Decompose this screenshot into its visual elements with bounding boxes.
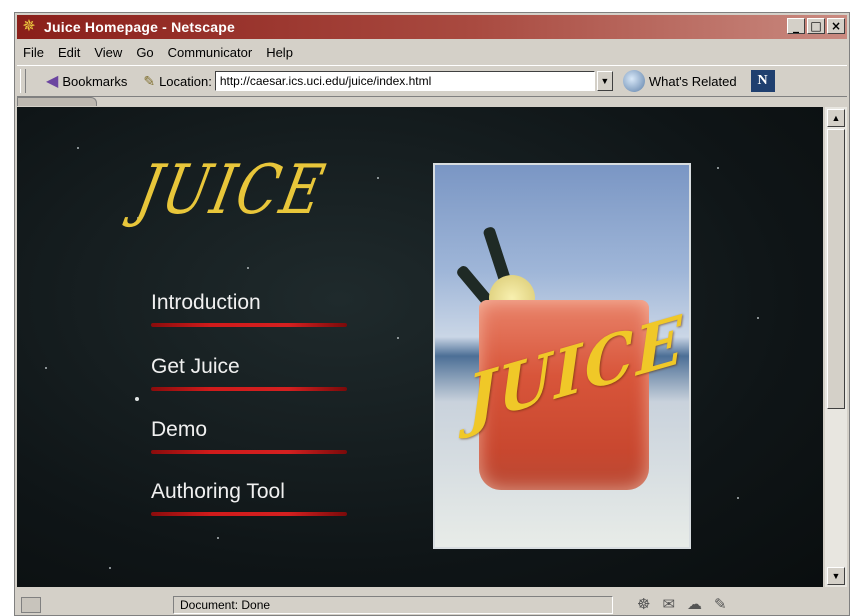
component-bar: ☸ ✉ ☁ ✎ — [637, 595, 727, 613]
scroll-down-button[interactable]: ▼ — [827, 567, 845, 585]
juice-logo: JUICE — [130, 151, 334, 230]
maximize-button[interactable]: □ — [807, 18, 825, 34]
star-dot — [377, 177, 379, 179]
title-bar: ✵ Juice Homepage - Netscape _ □ × — [17, 15, 847, 39]
whats-related-icon[interactable] — [622, 70, 645, 92]
nav-introduction-link[interactable]: Introduction — [151, 291, 261, 315]
star-dot — [247, 267, 249, 269]
menu-bar: File Edit View Go Communicator Help — [17, 41, 847, 63]
nav-get-juice-link[interactable]: Get Juice — [151, 355, 240, 379]
toolbar-tab-strip[interactable] — [17, 97, 97, 106]
star-dot — [757, 317, 759, 319]
menu-edit[interactable]: Edit — [58, 45, 80, 60]
star-dot — [717, 167, 719, 169]
menu-view[interactable]: View — [94, 45, 122, 60]
menu-file[interactable]: File — [23, 45, 44, 60]
star-dot — [397, 337, 399, 339]
window-title: Juice Homepage - Netscape — [44, 19, 235, 35]
bookmarks-button[interactable]: Bookmarks — [62, 74, 127, 89]
url-dropdown-button[interactable]: ▼ — [596, 71, 613, 91]
status-bar: Document: Done ☸ ✉ ☁ ✎ — [17, 595, 847, 615]
nav-underline — [151, 323, 347, 327]
minimize-button[interactable]: _ — [787, 18, 805, 34]
vertical-scrollbar[interactable]: ▲ ▼ — [825, 107, 847, 587]
scroll-up-button[interactable]: ▲ — [827, 109, 845, 127]
whats-related-button[interactable]: What's Related — [649, 74, 737, 89]
nav-underline — [151, 450, 347, 454]
window-controls: _ □ × — [787, 18, 845, 34]
composer-icon[interactable]: ✎ — [714, 595, 727, 613]
browser-window: ✵ Juice Homepage - Netscape _ □ × File E… — [14, 12, 850, 616]
star-dot — [45, 367, 47, 369]
menu-help[interactable]: Help — [266, 45, 293, 60]
navigator-icon[interactable]: ☸ — [637, 595, 650, 613]
nav-underline — [151, 387, 347, 391]
url-input[interactable]: http://caesar.ics.uci.edu/juice/index.ht… — [214, 71, 595, 91]
location-toolbar: ◀ Bookmarks ✎ Location: http://caesar.ic… — [17, 65, 847, 97]
close-button[interactable]: × — [827, 18, 845, 34]
star-dot — [217, 537, 219, 539]
star-dot — [737, 497, 739, 499]
scroll-thumb[interactable] — [827, 129, 845, 409]
bookmarks-icon[interactable]: ◀ — [46, 71, 58, 91]
menu-go[interactable]: Go — [136, 45, 153, 60]
page-content: JUICE Introduction Get Juice Demo Author… — [17, 107, 823, 587]
nav-authoring-tool-link[interactable]: Authoring Tool — [151, 480, 285, 504]
location-label: Location: — [159, 73, 212, 89]
toolbar-grip[interactable] — [20, 69, 26, 93]
discussions-icon[interactable]: ☁ — [687, 595, 702, 613]
star-dot — [135, 397, 139, 401]
nav-demo-link[interactable]: Demo — [151, 418, 207, 442]
netscape-app-icon: ✵ — [22, 18, 36, 35]
juice-drink-photo: JUICE — [433, 163, 691, 549]
star-dot — [109, 567, 111, 569]
security-lock-icon[interactable] — [21, 597, 41, 613]
status-text: Document: Done — [173, 596, 613, 614]
nav-underline — [151, 512, 347, 516]
mail-icon[interactable]: ✉ — [662, 595, 675, 613]
menu-communicator[interactable]: Communicator — [168, 45, 253, 60]
netscape-logo[interactable]: N — [750, 70, 775, 92]
location-icon: ✎ — [143, 72, 156, 89]
star-dot — [77, 147, 79, 149]
